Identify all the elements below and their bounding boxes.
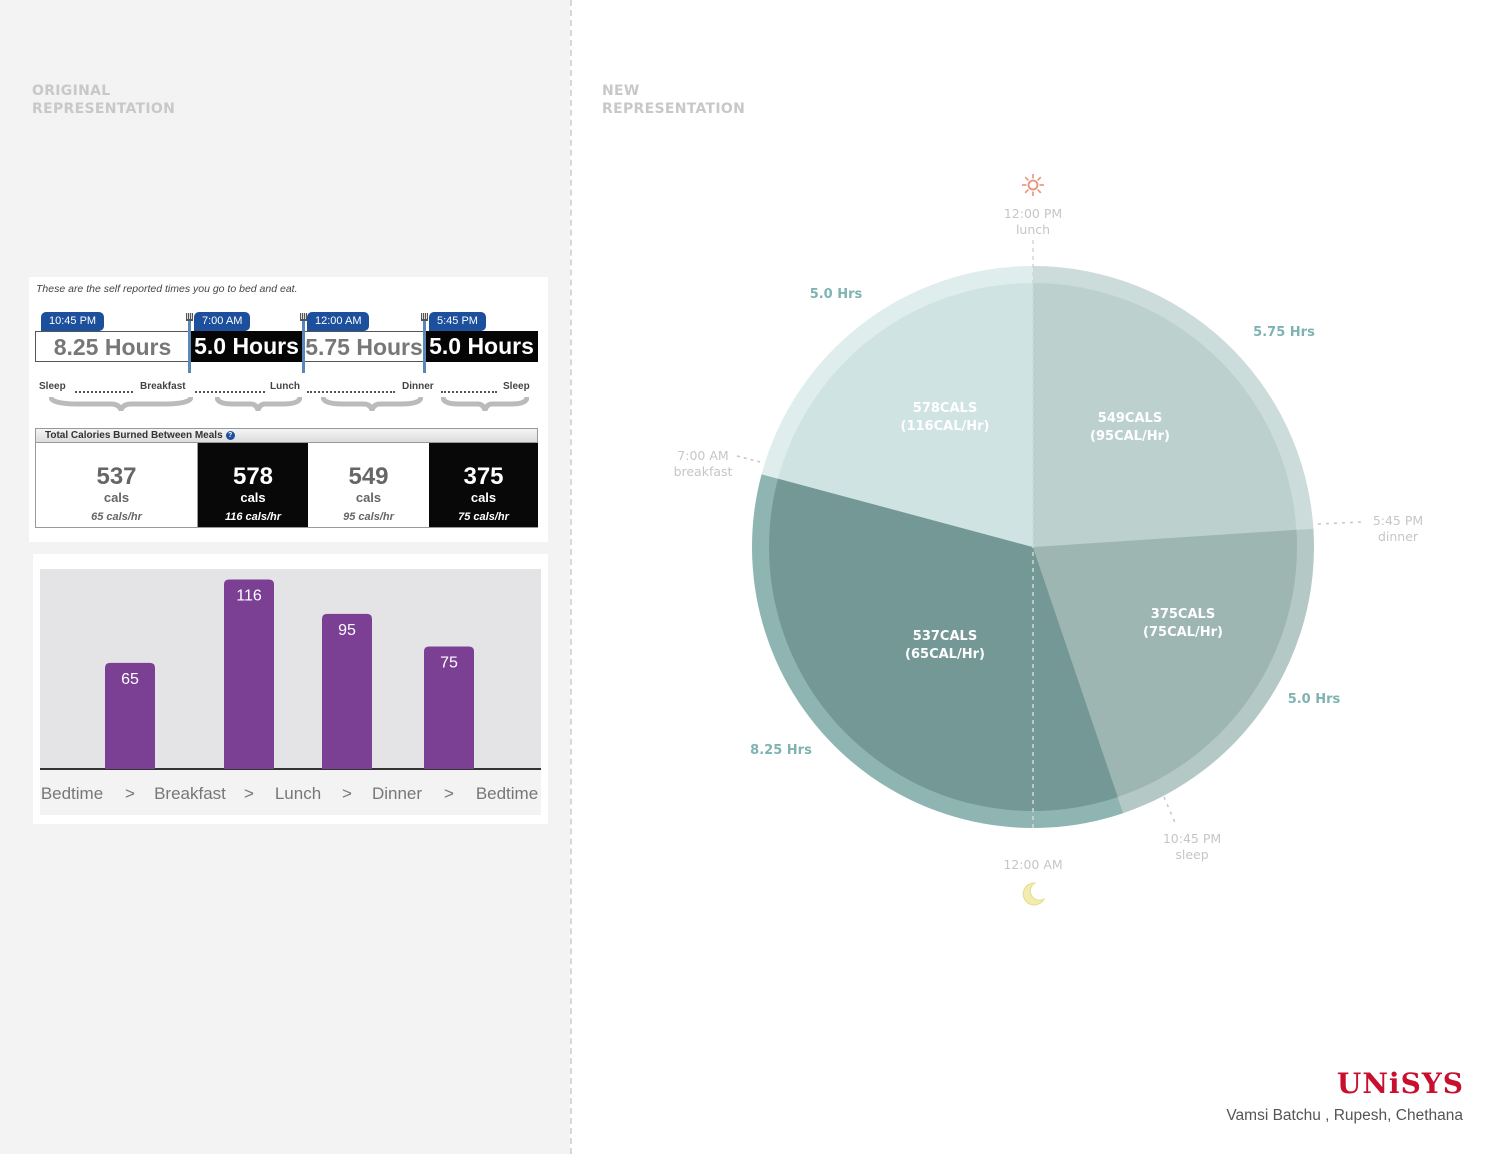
clock-time-label: 12:00 AM	[1003, 857, 1062, 872]
slice-rate-label: (75CAL/Hr)	[1143, 625, 1223, 640]
duration-label: 5.0 Hrs	[810, 287, 863, 302]
clock-event-label: breakfast	[674, 464, 733, 479]
clock-time-label: 5:45 PM	[1373, 513, 1423, 528]
slice-rate-label: (65CAL/Hr)	[905, 647, 985, 662]
slice-calorie-label: 375CALS	[1151, 607, 1215, 622]
clock-event-label: dinner	[1378, 529, 1419, 544]
slice-rate-label: (95CAL/Hr)	[1090, 429, 1170, 444]
unisys-logo: UNiSYS	[1336, 1067, 1464, 1100]
slice-rate-label: (116CAL/Hr)	[901, 419, 990, 434]
pie-clock-chart: 537CALS (65CAL/Hr) 578CALS (116CAL/Hr) 549CA…	[674, 174, 1423, 906]
duration-label: 5.0 Hrs	[1288, 692, 1341, 707]
clock-event-label: lunch	[1016, 222, 1050, 237]
credits-text: Vamsi Batchu , Rupesh, Chethana	[1226, 1107, 1463, 1124]
clock-event-label: sleep	[1175, 847, 1208, 862]
duration-label: 8.25 Hrs	[750, 743, 812, 758]
duration-label: 5.75 Hrs	[1253, 325, 1315, 340]
slice-calorie-label: 578CALS	[913, 401, 977, 416]
slice-calorie-label: 537CALS	[913, 629, 977, 644]
leader-line	[736, 455, 761, 463]
leader-line	[1317, 521, 1363, 525]
leader-line	[1163, 796, 1177, 826]
clock-time-label: 10:45 PM	[1163, 831, 1221, 846]
sun-icon	[1022, 174, 1044, 196]
clock-time-label: 7:00 AM	[677, 448, 728, 463]
slice-calorie-label: 549CALS	[1098, 411, 1162, 426]
moon-icon	[1022, 882, 1046, 906]
clock-time-label: 12:00 PM	[1004, 206, 1062, 221]
pie-slice	[1033, 283, 1297, 547]
